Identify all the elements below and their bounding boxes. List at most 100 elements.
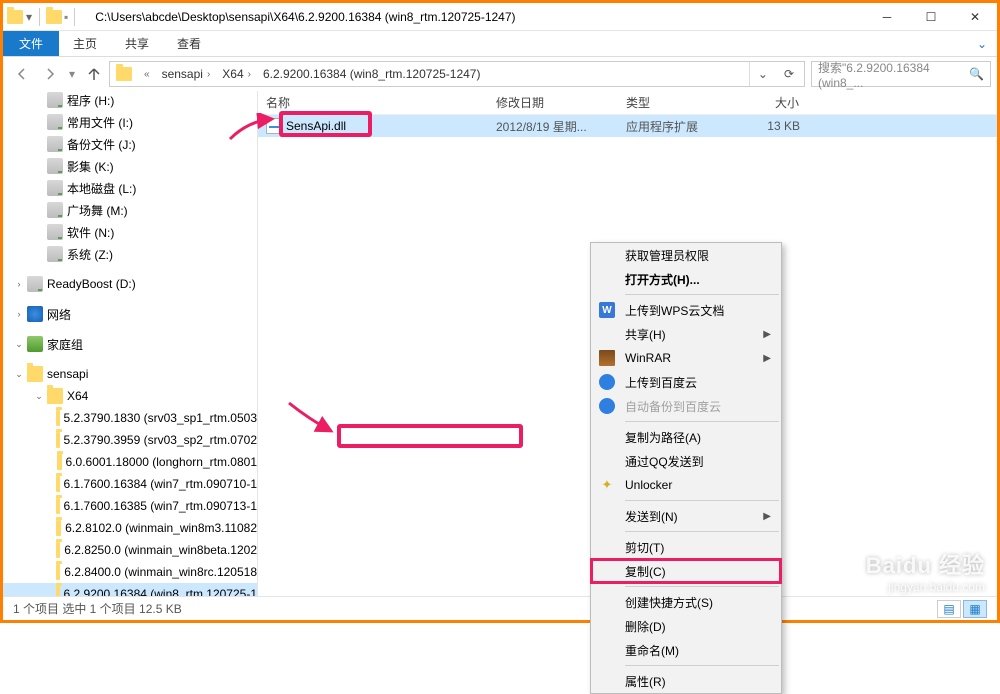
tree-item[interactable]: 影集 (K:) [3, 155, 257, 177]
folder-icon [57, 454, 62, 470]
tree-item-label: 6.2.8102.0 (winmain_win8m3.11082 [65, 521, 257, 535]
column-name[interactable]: 名称 [258, 94, 488, 111]
close-button[interactable]: ✕ [953, 3, 997, 31]
context-menu-item[interactable]: 重命名(M) [591, 638, 781, 662]
context-menu-item[interactable]: 删除(D) [591, 614, 781, 638]
tree-item[interactable]: › 网络 [3, 303, 257, 325]
context-menu-item[interactable]: W上传到WPS云文档 [591, 298, 781, 322]
context-menu-item[interactable]: 复制为路径(A) [591, 425, 781, 449]
tree-item[interactable]: ⌄X64 [3, 385, 257, 407]
drive-icon [47, 224, 63, 240]
tree-item-label: 软件 (N:) [67, 224, 114, 241]
search-icon[interactable]: 🔍 [969, 67, 984, 81]
folder-icon [7, 10, 23, 24]
menu-item-label: 获取管理员权限 [625, 247, 709, 264]
menu-item-label: 共享(H) [625, 326, 666, 343]
tab-view[interactable]: 查看 [163, 31, 215, 56]
tree-item-label: 广场舞 (M:) [67, 202, 128, 219]
context-menu-item[interactable]: ✦Unlocker [591, 473, 781, 497]
tree-item[interactable]: 6.2.8400.0 (winmain_win8rc.120518 [3, 561, 257, 583]
context-menu-item[interactable]: 通过QQ发送到 [591, 449, 781, 473]
recent-dropdown-icon[interactable]: ▾ [65, 61, 79, 87]
drive-icon [47, 114, 63, 130]
column-type[interactable]: 类型 [618, 94, 728, 111]
tree-item[interactable]: 6.2.8102.0 (winmain_win8m3.11082 [3, 517, 257, 539]
maximize-button[interactable]: ☐ [909, 3, 953, 31]
tree-item[interactable]: ⌄sensapi [3, 363, 257, 385]
table-row[interactable]: SensApi.dll 2012/8/19 星期... 应用程序扩展 13 KB [258, 115, 997, 137]
expand-ribbon-icon[interactable]: ⌄ [967, 31, 997, 56]
tab-file[interactable]: 文件 [3, 31, 59, 56]
minimize-button[interactable]: ─ [865, 3, 909, 31]
tree-caret-icon[interactable]: ⌄ [13, 369, 25, 380]
context-menu-item[interactable]: 获取管理员权限 [591, 243, 781, 267]
tree-item-label: 5.2.3790.3959 (srv03_sp2_rtm.0702 [64, 433, 257, 447]
up-button[interactable] [81, 61, 107, 87]
ribbon-tabs: 文件 主页 共享 查看 ⌄ [3, 31, 997, 57]
tree-item-label: 程序 (H:) [67, 92, 114, 109]
tree-item[interactable]: 5.2.3790.1830 (srv03_sp1_rtm.0503 [3, 407, 257, 429]
submenu-arrow-icon: ▶ [763, 329, 771, 340]
tree-item[interactable]: 备份文件 (J:) [3, 133, 257, 155]
tree-item[interactable]: ›ReadyBoost (D:) [3, 273, 257, 295]
tree-caret-icon[interactable]: ⌄ [13, 339, 25, 350]
icons-view-button[interactable]: ▦ [963, 600, 987, 618]
tree-item[interactable]: 本地磁盘 (L:) [3, 177, 257, 199]
breadcrumb-segment[interactable]: 6.2.9200.16384 (win8_rtm.120725-1247) [259, 62, 485, 86]
context-menu: 获取管理员权限打开方式(H)... W上传到WPS云文档共享(H) ▶ WinRAR▶… [590, 242, 782, 694]
tree-item[interactable]: 5.2.3790.3959 (srv03_sp2_rtm.0702 [3, 429, 257, 451]
qat-dropdown-icon[interactable]: ▾ [25, 13, 33, 21]
menu-item-label: 创建快捷方式(S) [625, 594, 713, 611]
back-button[interactable] [9, 61, 35, 87]
context-menu-item[interactable]: WinRAR▶ [591, 346, 781, 370]
forward-button[interactable] [37, 61, 63, 87]
tree-item[interactable]: 软件 (N:) [3, 221, 257, 243]
column-size[interactable]: 大小 [728, 94, 808, 111]
tree-item[interactable]: 系统 (Z:) [3, 243, 257, 265]
tree-caret-icon[interactable]: › [13, 279, 25, 289]
folder-icon [56, 564, 60, 580]
column-date[interactable]: 修改日期 [488, 94, 618, 111]
navigation-tree[interactable]: 程序 (H:) 常用文件 (I:)备份文件 (J:)影集 (K:) 本地磁盘 (L:… [3, 91, 258, 596]
context-menu-item[interactable]: 发送到(N)▶ [591, 504, 781, 528]
context-menu-item[interactable]: 属性(R) [591, 669, 781, 693]
tree-item[interactable]: ⌄家庭组 [3, 333, 257, 355]
tree-caret-icon[interactable]: › [13, 309, 25, 319]
tree-item[interactable]: 程序 (H:) [3, 91, 257, 111]
context-menu-item[interactable]: 剪切(T) [591, 535, 781, 559]
column-headers[interactable]: 名称 修改日期 类型 大小 [258, 91, 997, 115]
context-menu-item[interactable]: 打开方式(H)... [591, 267, 781, 291]
folder-icon [56, 542, 60, 558]
file-size: 13 KB [728, 119, 808, 133]
tree-item[interactable]: 常用文件 (I:) [3, 111, 257, 133]
breadcrumb-segment[interactable]: X64› [218, 62, 259, 86]
tree-item[interactable]: 6.2.8250.0 (winmain_win8beta.1202 [3, 539, 257, 561]
submenu-arrow-icon: ▶ [763, 511, 771, 522]
tree-item-label: 网络 [47, 306, 71, 323]
tree-caret-icon[interactable]: ⌄ [33, 391, 45, 402]
breadcrumb-segment[interactable]: sensapi› [158, 62, 219, 86]
context-menu-item[interactable]: 共享(H) ▶ [591, 322, 781, 346]
tree-item[interactable]: 6.0.6001.18000 (longhorn_rtm.0801 [3, 451, 257, 473]
navigation-bar: ▾ « sensapi› X64› 6.2.9200.16384 (win8_r… [3, 57, 997, 91]
tree-item[interactable]: 6.1.7600.16384 (win7_rtm.090710-1 [3, 473, 257, 495]
breadcrumb[interactable]: « sensapi› X64› 6.2.9200.16384 (win8_rtm… [109, 61, 805, 87]
folder-icon [116, 67, 132, 81]
tab-share[interactable]: 共享 [111, 31, 163, 56]
tree-item[interactable]: 广场舞 (M:) [3, 199, 257, 221]
menu-item-label: 删除(D) [625, 618, 666, 635]
menu-item-label: 上传到百度云 [625, 374, 697, 391]
context-menu-item[interactable]: 上传到百度云 [591, 370, 781, 394]
context-menu-item[interactable]: 复制(C) [591, 559, 781, 583]
tab-home[interactable]: 主页 [59, 31, 111, 56]
refresh-button[interactable]: ⟳ [776, 62, 802, 86]
drive-icon [27, 276, 43, 292]
history-dropdown-icon[interactable]: ⌄ [749, 62, 776, 86]
context-menu-item[interactable]: 创建快捷方式(S) [591, 590, 781, 614]
details-view-button[interactable]: ▤ [937, 600, 961, 618]
tree-item[interactable]: 6.2.9200.16384 (win8_rtm.120725-1 [3, 583, 257, 596]
tree-item[interactable]: 6.1.7600.16385 (win7_rtm.090713-1 [3, 495, 257, 517]
tree-item-label: 本地磁盘 (L:) [67, 180, 136, 197]
folder-icon [46, 10, 62, 24]
search-input[interactable]: 搜索"6.2.9200.16384 (win8_... 🔍 [811, 61, 991, 87]
